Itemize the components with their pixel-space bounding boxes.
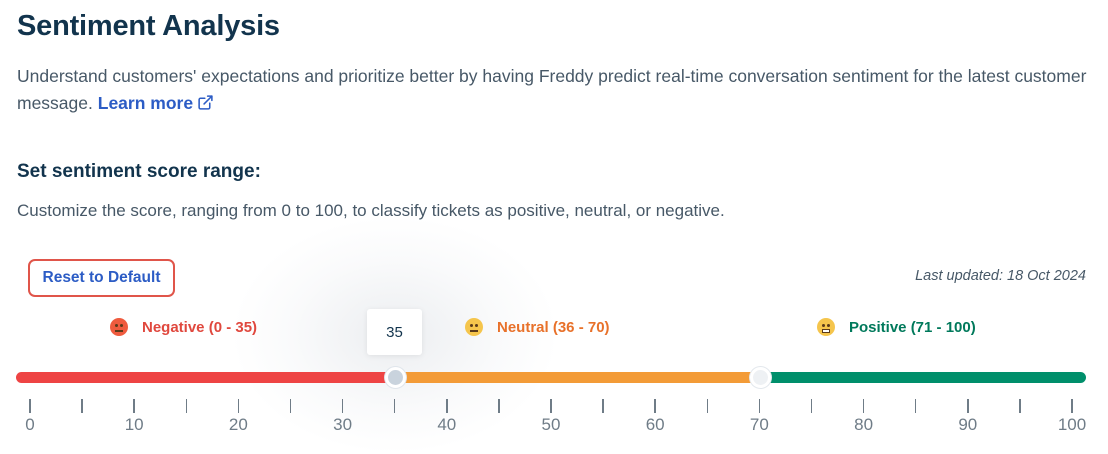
scale-tick: [289, 399, 292, 413]
positive-track-segment: [760, 372, 1086, 383]
scale-tick: [758, 399, 761, 413]
scale-tick: [498, 399, 500, 413]
learn-more-link[interactable]: Learn more: [98, 93, 214, 113]
slider-handle-negative-max[interactable]: [385, 367, 406, 388]
scale-tick-label: 20: [228, 415, 248, 434]
page-description: Understand customers' expectations and p…: [17, 63, 1092, 117]
scale-tick: [810, 399, 813, 413]
learn-more-label: Learn more: [97, 93, 194, 113]
negative-track-segment: [16, 372, 401, 383]
scale-tick: [602, 399, 604, 413]
neutral-track-segment: [395, 372, 765, 383]
negative-range-text: Negative (0 - 35): [142, 318, 258, 336]
scale-tick: [81, 399, 83, 413]
positive-range-text: Positive (71 - 100): [849, 318, 976, 336]
scale-tick: [446, 399, 448, 413]
scale-tick-label: 50: [541, 415, 561, 434]
scale-tick-label: 10: [124, 415, 144, 434]
section-subtitle: Customize the score, ranging from 0 to 1…: [17, 201, 725, 220]
grimacing-face-icon: [817, 318, 835, 336]
last-updated-text: Last updated: 18 Oct 2024: [915, 268, 1086, 284]
scale-tick-label: 100: [1057, 415, 1087, 434]
neutral-range-label: Neutral (36 - 70): [465, 318, 610, 336]
scale-tick-label: 40: [437, 415, 457, 434]
scale-tick: [341, 399, 344, 413]
scale-tick: [550, 399, 552, 413]
angry-face-icon: [110, 318, 128, 336]
neutral-face-icon: [465, 318, 483, 336]
scale-tick: [654, 399, 656, 413]
scale-tick-label: 30: [333, 415, 353, 434]
scale-tick: [706, 399, 709, 413]
scale-tick-label: 0: [25, 415, 35, 434]
neutral-range-text: Neutral (36 - 70): [497, 318, 610, 336]
scale-tick-label: 90: [958, 415, 978, 434]
slider-value-tooltip: 35: [367, 309, 422, 355]
scale-tick-label: 70: [749, 415, 769, 434]
positive-range-label: Positive (71 - 100): [817, 318, 976, 336]
scale-tick: [29, 399, 31, 413]
scale-tick-label: 60: [645, 415, 665, 434]
slider-handle-neutral-max[interactable]: [750, 367, 771, 388]
scale-tick-label: 80: [854, 415, 874, 434]
scale-tick: [914, 399, 917, 413]
scale-tick: [862, 399, 865, 413]
scale-tick: [133, 399, 135, 413]
negative-range-label: Negative (0 - 35): [110, 318, 257, 336]
external-link-icon: [198, 95, 213, 110]
scale-tick: [237, 399, 240, 413]
scale-tick: [967, 399, 969, 413]
scale-tick: [1071, 399, 1073, 413]
scale-tick: [1019, 399, 1021, 413]
section-title: Set sentiment score range:: [17, 161, 261, 182]
page-title: Sentiment Analysis: [17, 10, 280, 42]
scale-tick: [393, 399, 396, 413]
scale-tick: [185, 399, 188, 413]
reset-to-default-button[interactable]: Reset to Default: [28, 259, 175, 297]
